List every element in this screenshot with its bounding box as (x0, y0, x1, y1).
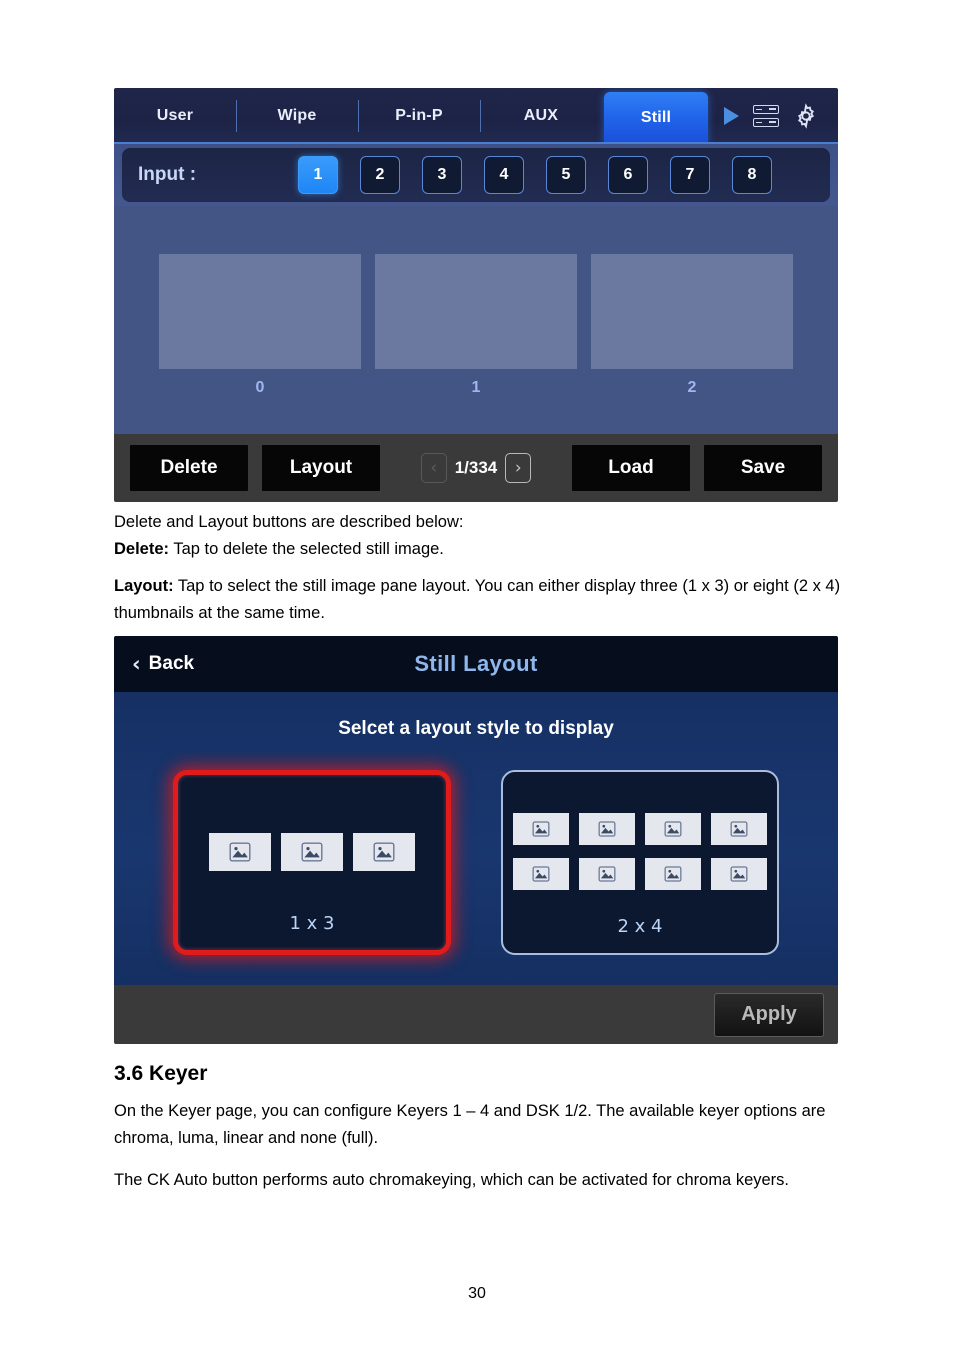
preview-row (513, 858, 767, 890)
image-placeholder (711, 858, 767, 890)
intro-line: Delete and Layout buttons are described … (114, 513, 464, 531)
save-button[interactable]: Save (704, 445, 822, 491)
thumbnail-image-2[interactable] (591, 254, 793, 369)
tab-wipe[interactable]: Wipe (236, 88, 358, 144)
image-placeholder-icon (532, 866, 550, 882)
page-indicator: 1/334 (454, 458, 498, 477)
input-button-4[interactable]: 4 (484, 156, 524, 194)
tab-user-label: User (156, 107, 194, 124)
delete-button[interactable]: Delete (130, 445, 248, 491)
input-button-5[interactable]: 5 (546, 156, 586, 194)
tab-user[interactable]: User (114, 88, 236, 144)
preview-row (209, 832, 415, 871)
layout-term: Layout: (114, 577, 174, 595)
image-placeholder-icon (730, 821, 748, 837)
thumbnail-image-1[interactable] (375, 254, 577, 369)
layout-header-bar: ‹ Back Still Layout (114, 636, 838, 692)
delete-description: Delete: Tap to delete the selected still… (114, 536, 844, 563)
layout-card-group: 1 x 3 2 x 4 (114, 770, 838, 955)
thumbnail-caption-0: 0 (255, 379, 265, 396)
layout-description: Layout: Tap to select the still image pa… (114, 573, 844, 626)
layout-term-text: Tap to select the still image pane layou… (114, 577, 841, 622)
image-placeholder-icon (664, 866, 682, 882)
layout-option-2x4-label: 2 x 4 (617, 916, 663, 937)
input-button-3[interactable]: 3 (422, 156, 462, 194)
image-placeholder (513, 858, 569, 890)
image-placeholder (579, 858, 635, 890)
input-label: Input : (138, 164, 197, 185)
image-placeholder-icon (532, 821, 550, 837)
image-placeholder (711, 813, 767, 845)
layout-option-2x4[interactable]: 2 x 4 (501, 770, 779, 955)
previous-page-icon[interactable]: ‹ (420, 453, 447, 483)
input-button-2[interactable]: 2 (360, 156, 400, 194)
layout-button[interactable]: Layout (262, 445, 380, 491)
play-icon[interactable] (723, 107, 739, 125)
image-placeholder-icon (664, 821, 682, 837)
input-button-1[interactable]: 1 (298, 156, 338, 194)
tab-aux-label: AUX (523, 107, 559, 124)
image-placeholder (281, 832, 343, 871)
input-button-8[interactable]: 8 (732, 156, 772, 194)
preview-row (513, 813, 767, 845)
layout-selection-area: Selcet a layout style to display 1 x 3 2… (114, 692, 838, 985)
layout-subtitle: Selcet a layout style to display (338, 718, 614, 739)
layout-preview-1x3 (209, 832, 415, 871)
tab-pinp-label: P-in-P (395, 107, 443, 124)
load-button[interactable]: Load (572, 445, 690, 491)
image-placeholder-icon (598, 866, 616, 882)
tab-bar-icon-group (710, 88, 838, 144)
delete-term: Delete: (114, 539, 170, 558)
tab-still-label: Still (640, 109, 672, 126)
page-number: 30 (468, 1285, 486, 1302)
apply-button[interactable]: Apply (714, 992, 824, 1037)
tab-pinp[interactable]: P-in-P (358, 88, 480, 144)
image-placeholder-icon (301, 842, 323, 862)
layout-preview-2x4 (513, 813, 767, 890)
image-placeholder (513, 813, 569, 845)
image-placeholder (353, 832, 415, 871)
tab-wipe-label: Wipe (277, 107, 317, 124)
still-footer-bar: Delete Layout ‹ 1/334 › Load Save (114, 434, 838, 502)
image-placeholder-icon (598, 821, 616, 837)
image-placeholder (645, 858, 701, 890)
still-layout-screenshot: ‹ Back Still Layout Selcet a layout styl… (114, 636, 838, 1044)
thumbnail-cell[interactable]: 2 (591, 254, 793, 397)
thumbnail-cell[interactable]: 0 (159, 254, 361, 397)
thumbnail-cell[interactable]: 1 (375, 254, 577, 397)
gear-icon[interactable] (793, 103, 819, 129)
page-title: Still Layout (414, 651, 538, 676)
tab-still[interactable]: Still (604, 92, 708, 144)
input-button-group: 1 2 3 4 5 6 7 8 (298, 156, 772, 194)
image-placeholder (645, 813, 701, 845)
server-rack-icon[interactable] (752, 105, 779, 127)
input-button-7[interactable]: 7 (670, 156, 710, 194)
thumbnail-caption-1: 1 (471, 379, 481, 396)
keyer-paragraph-1: On the Keyer page, you can configure Key… (114, 1102, 826, 1147)
layout-footer-bar: Apply (114, 985, 838, 1044)
image-placeholder (209, 832, 271, 871)
still-thumbnail-area: 0 1 2 (114, 206, 838, 434)
next-page-icon[interactable]: › (505, 453, 532, 483)
image-placeholder (579, 813, 635, 845)
still-page-screenshot: User Wipe P-in-P AUX Still Input : 1 2 3… (114, 88, 838, 502)
pagination-control: ‹ 1/334 › (380, 453, 572, 483)
image-placeholder-icon (229, 842, 251, 862)
delete-term-text: Tap to delete the selected still image. (169, 539, 444, 558)
image-placeholder-icon (373, 842, 395, 862)
input-button-6[interactable]: 6 (608, 156, 648, 194)
manual-page: User Wipe P-in-P AUX Still Input : 1 2 3… (0, 0, 954, 1350)
layout-option-1x3[interactable]: 1 x 3 (173, 770, 451, 955)
thumbnail-image-0[interactable] (159, 254, 361, 369)
still-tab-bar: User Wipe P-in-P AUX Still (114, 88, 838, 144)
image-placeholder-icon (730, 866, 748, 882)
layout-option-1x3-label: 1 x 3 (289, 913, 335, 934)
intro-paragraph: Delete and Layout buttons are described … (114, 509, 844, 562)
input-selector-bar: Input : 1 2 3 4 5 6 7 8 (114, 144, 838, 206)
tab-aux[interactable]: AUX (480, 88, 602, 144)
keyer-paragraph-2: The CK Auto button performs auto chromak… (114, 1171, 790, 1189)
section-heading: 3.6 Keyer (114, 1062, 208, 1085)
thumbnail-caption-2: 2 (687, 379, 697, 396)
